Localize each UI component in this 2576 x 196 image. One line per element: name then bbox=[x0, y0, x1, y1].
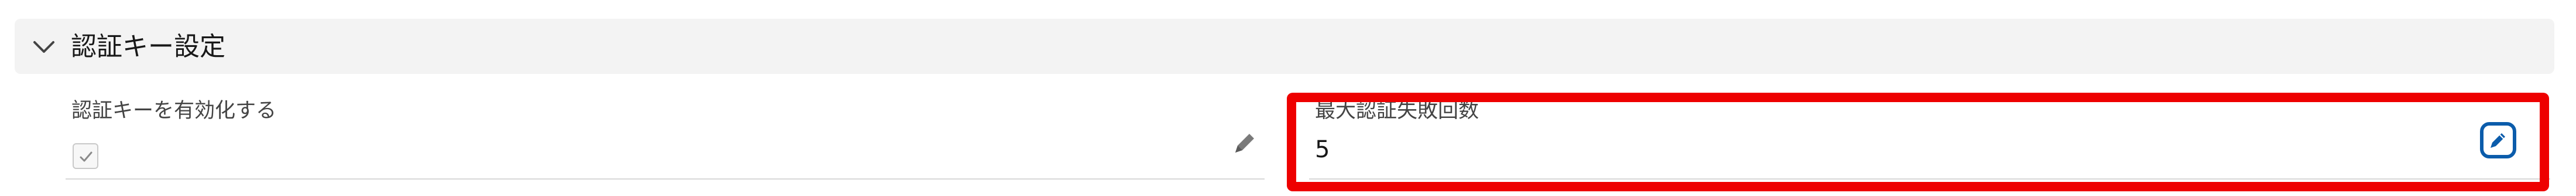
field-label: 認証キーを有効化する bbox=[71, 99, 277, 123]
checkmark-icon bbox=[80, 151, 93, 162]
pencil-icon bbox=[2491, 133, 2505, 148]
field-enable-auth-key: 認証キーを有効化する bbox=[66, 94, 1265, 180]
pencil-icon[interactable] bbox=[1231, 129, 1259, 157]
field-max-auth-failures: 最大認証失敗回数 5 bbox=[1309, 94, 2550, 180]
section-header[interactable]: 認証キー設定 bbox=[15, 19, 2554, 74]
max-auth-failures-value: 5 bbox=[1315, 136, 1330, 163]
edit-max-auth-failures-button[interactable] bbox=[2480, 122, 2516, 158]
field-label: 最大認証失敗回数 bbox=[1315, 99, 1479, 123]
section-title: 認証キー設定 bbox=[71, 32, 225, 62]
chevron-down-icon[interactable] bbox=[32, 36, 56, 58]
enable-auth-key-checkbox bbox=[73, 143, 98, 169]
record-detail-page: 認証キー設定 認証キーを有効化する 最大認証失敗回数 5 bbox=[0, 0, 2576, 196]
